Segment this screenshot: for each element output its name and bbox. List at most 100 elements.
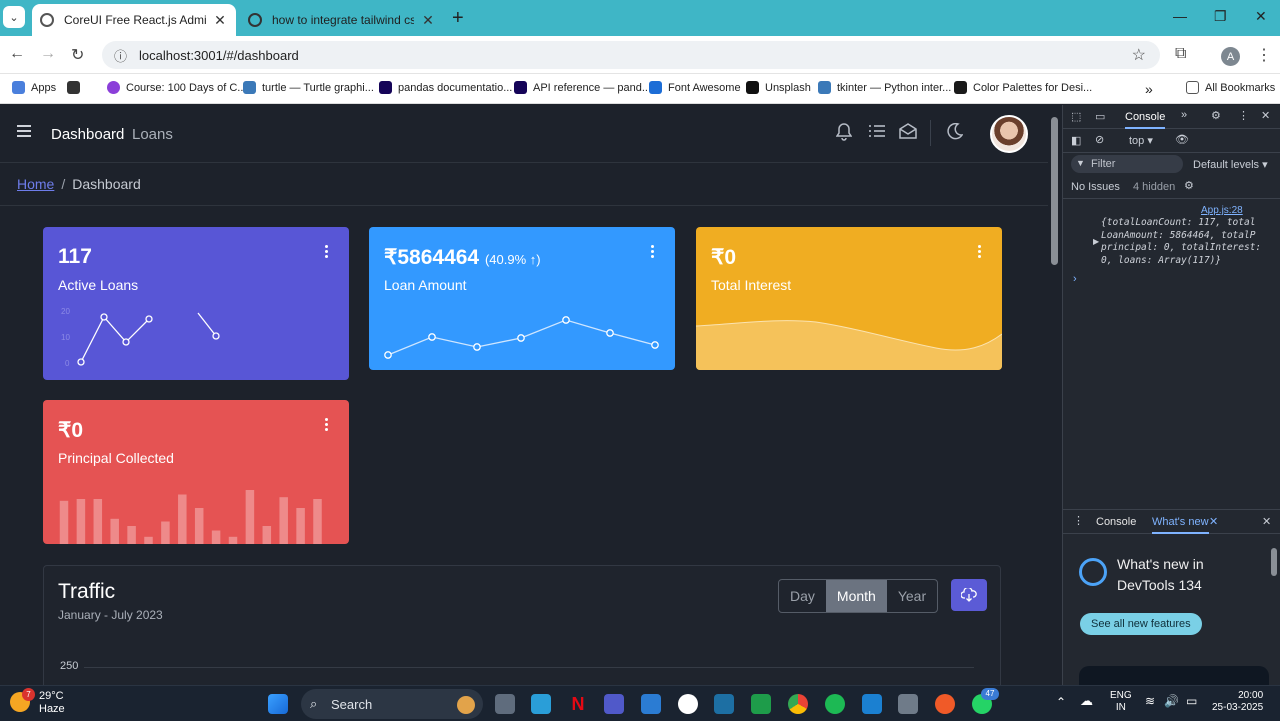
store-icon[interactable]	[641, 694, 661, 714]
desktop-icon[interactable]	[531, 694, 551, 714]
card-menu-icon[interactable]	[651, 245, 655, 260]
close-tab-icon[interactable]: ✕	[212, 12, 228, 29]
site-info-icon[interactable]: ⓘ	[114, 46, 127, 65]
more-tabs-chevron-icon[interactable]: »	[1181, 109, 1187, 121]
reload-icon[interactable]: ↻	[71, 45, 84, 65]
chrome-icon[interactable]	[788, 694, 808, 714]
console-prompt-icon[interactable]: ›	[1073, 273, 1077, 285]
back-arrow-icon[interactable]: ←	[9, 45, 25, 63]
bookmark-star-icon[interactable]: ☆	[1132, 45, 1146, 65]
profile-avatar[interactable]: A	[1221, 47, 1240, 66]
more-bookmarks-chevron-icon[interactable]: »	[1145, 81, 1153, 97]
close-devtools-icon[interactable]: ✕	[1261, 109, 1270, 122]
drawer-tab-whats-new[interactable]: What's new	[1152, 510, 1209, 534]
page-scrollbar[interactable]	[1048, 105, 1062, 685]
list-icon[interactable]	[868, 123, 886, 144]
tray-chevron-icon[interactable]: ⌃	[1056, 696, 1066, 708]
language-indicator[interactable]: ENG IN	[1110, 690, 1132, 714]
netflix-icon[interactable]: N	[568, 694, 588, 714]
notes-icon[interactable]	[714, 694, 734, 714]
sidebar-panel-icon[interactable]: ◧	[1071, 134, 1081, 147]
period-month-button[interactable]: Month	[825, 580, 887, 612]
bookmark-100-days[interactable]: Course: 100 Days of C...	[107, 81, 246, 94]
minimize-icon[interactable]: —	[1173, 8, 1187, 24]
bookmark-font-awesome[interactable]: Font Awesome	[649, 81, 741, 94]
card-menu-icon[interactable]	[978, 245, 982, 260]
console-filter-input[interactable]: Filter	[1071, 155, 1183, 173]
udemy-app-icon[interactable]	[678, 694, 698, 714]
bell-icon[interactable]	[835, 123, 853, 146]
log-levels-dropdown[interactable]: Default levels ▾	[1193, 158, 1268, 171]
all-bookmarks-folder[interactable]: All Bookmarks	[1186, 81, 1275, 94]
settings-gear-icon[interactable]: ⚙	[1211, 109, 1221, 122]
bookmark-apps[interactable]: Apps	[12, 81, 56, 94]
hidden-count[interactable]: 4 hidden	[1133, 181, 1175, 193]
see-all-features-button[interactable]: See all new features	[1080, 613, 1202, 635]
context-selector[interactable]: top ▾	[1129, 134, 1153, 147]
teams-icon[interactable]	[604, 694, 624, 714]
spotify-icon[interactable]	[825, 694, 845, 714]
postman-icon[interactable]	[935, 694, 955, 714]
drawer-menu-icon[interactable]: ⋮	[1073, 514, 1084, 527]
clock[interactable]: 20:00 25-03-2025	[1212, 690, 1263, 714]
google-sheets-icon[interactable]	[751, 694, 771, 714]
onedrive-cloud-icon[interactable]: ☁	[1080, 694, 1093, 707]
vscode-icon[interactable]	[862, 694, 882, 714]
card-menu-icon[interactable]	[325, 245, 329, 260]
period-day-button[interactable]: Day	[779, 580, 826, 612]
bookmark-tab-groups[interactable]	[67, 81, 86, 94]
devtools-tab-console[interactable]: Console	[1125, 105, 1166, 129]
eye-icon[interactable]: 👁	[1175, 133, 1189, 146]
restore-icon[interactable]: ❐	[1214, 8, 1227, 25]
console-log-object[interactable]: {totalLoanCount: 117, total LoanAmount: …	[1101, 217, 1280, 267]
url-bar[interactable]: ⓘ localhost:3001/#/dashboard ☆	[102, 41, 1160, 69]
git-icon[interactable]	[898, 694, 918, 714]
user-avatar[interactable]	[990, 115, 1028, 153]
envelope-open-icon[interactable]	[899, 123, 917, 144]
browser-tab-coreui[interactable]: CoreUI Free React.js Admin Templ ✕	[32, 4, 236, 36]
close-window-icon[interactable]: ✕	[1255, 8, 1267, 25]
windows-start-icon[interactable]	[268, 694, 288, 714]
tab-search-chevron-icon[interactable]: ⌄	[3, 6, 25, 28]
drawer-scrollbar-thumb[interactable]	[1271, 548, 1277, 576]
expand-triangle-icon[interactable]: ▶	[1093, 237, 1099, 246]
battery-icon[interactable]: ▭	[1186, 695, 1197, 707]
source-link[interactable]: App.js:28	[1201, 205, 1243, 216]
sidebar-toggle-icon[interactable]	[17, 125, 31, 137]
card-menu-icon[interactable]	[325, 418, 329, 433]
file-explorer-icon[interactable]	[495, 694, 515, 714]
moon-theme-icon[interactable]	[946, 122, 964, 145]
wifi-icon[interactable]: ≋	[1145, 695, 1155, 707]
scrollbar-thumb[interactable]	[1051, 117, 1058, 265]
browser-tab-tailwind[interactable]: how to integrate tailwind css with ✕	[240, 4, 444, 36]
bookmark-unsplash[interactable]: Unsplash	[746, 81, 811, 94]
bookmark-turtle[interactable]: turtle — Turtle graphi...	[243, 81, 374, 94]
cloud-download-icon[interactable]	[951, 579, 987, 611]
console-settings-gear-icon[interactable]: ⚙	[1184, 179, 1194, 192]
volume-icon[interactable]: 🔊	[1164, 695, 1179, 707]
bookmark-pandas[interactable]: pandas documentatio...	[379, 81, 512, 94]
devtools-menu-icon[interactable]: ⋮	[1238, 109, 1249, 122]
drawer-tab-console[interactable]: Console	[1096, 516, 1136, 528]
bookmark-pandas-api[interactable]: API reference — pand...	[514, 81, 651, 94]
close-tab-icon[interactable]: ✕	[420, 12, 436, 29]
weather-widget[interactable]: 29°C Haze	[39, 690, 65, 716]
new-tab-plus-icon[interactable]: +	[452, 7, 464, 30]
filter-funnel-icon: ▼	[1076, 158, 1085, 168]
close-drawer-icon[interactable]: ✕	[1262, 515, 1271, 528]
period-year-button[interactable]: Year	[887, 580, 937, 612]
inspect-icon[interactable]: ⬚	[1071, 110, 1081, 123]
device-toggle-icon[interactable]: ▭	[1095, 110, 1105, 123]
bookmark-tkinter[interactable]: tkinter — Python inter...	[818, 81, 951, 94]
bookmark-color-palettes[interactable]: Color Palettes for Desi...	[954, 81, 1092, 94]
taskbar-search[interactable]: ⌕ Search	[301, 689, 483, 719]
breadcrumb-home-link[interactable]: Home	[17, 176, 54, 192]
close-drawer-tab-icon[interactable]: ✕	[1209, 515, 1218, 528]
nav-loans[interactable]: Loans	[132, 126, 173, 143]
weather-condition: Haze	[39, 703, 65, 715]
nav-dashboard[interactable]: Dashboard	[51, 126, 124, 143]
forward-arrow-icon[interactable]: →	[40, 45, 56, 63]
chrome-menu-icon[interactable]: ⋮	[1256, 45, 1272, 65]
extensions-puzzle-icon[interactable]: ⧉	[1175, 45, 1186, 63]
clear-console-icon[interactable]: ⊘	[1095, 133, 1104, 146]
